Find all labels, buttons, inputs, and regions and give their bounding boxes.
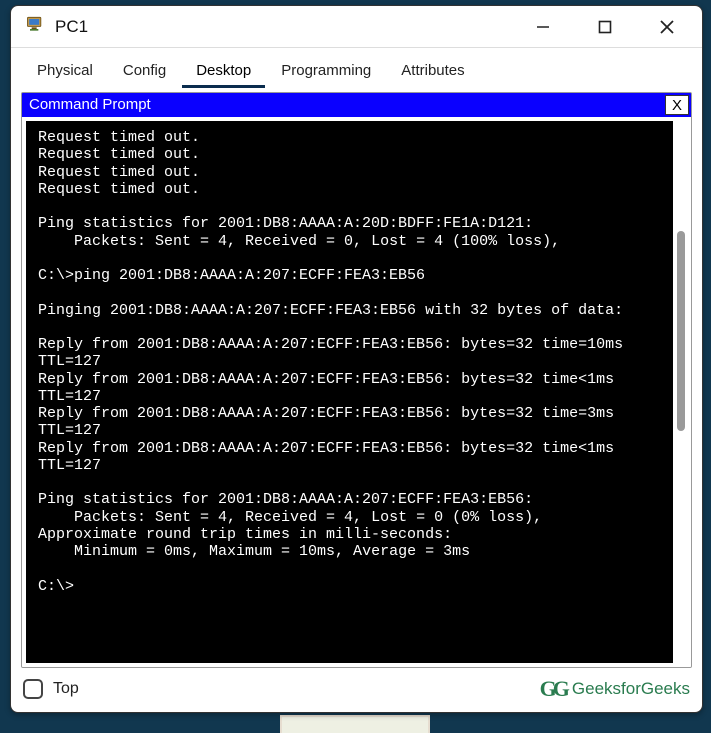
pc-icon <box>25 14 45 39</box>
desktop-panel: Command Prompt X Request timed out. Requ… <box>21 92 692 668</box>
terminal-output[interactable]: Request timed out. Request timed out. Re… <box>26 121 673 663</box>
close-button[interactable] <box>648 11 686 43</box>
watermark: GG GeeksforGeeks <box>540 676 690 702</box>
maximize-button[interactable] <box>586 11 624 43</box>
footer-bar: Top GG GeeksforGeeks <box>11 668 702 712</box>
tab-programming[interactable]: Programming <box>267 58 385 88</box>
command-prompt-title: Command Prompt <box>23 94 664 116</box>
top-checkbox[interactable] <box>23 679 43 699</box>
background-panel-edge <box>280 715 430 733</box>
scrollbar-thumb[interactable] <box>677 231 685 431</box>
tab-desktop[interactable]: Desktop <box>182 58 265 88</box>
tab-config[interactable]: Config <box>109 58 180 88</box>
top-checkbox-group[interactable]: Top <box>23 679 79 699</box>
app-window: PC1 Physical Config Desktop Programming … <box>10 5 703 713</box>
command-prompt-titlebar[interactable]: Command Prompt X <box>22 93 691 117</box>
geeksforgeeks-icon: GG <box>540 676 566 702</box>
titlebar[interactable]: PC1 <box>11 6 702 48</box>
terminal-container: Request timed out. Request timed out. Re… <box>22 117 691 667</box>
window-title: PC1 <box>55 17 524 37</box>
scrollbar-track[interactable] <box>673 121 687 663</box>
top-checkbox-label: Top <box>53 680 79 698</box>
tab-attributes[interactable]: Attributes <box>387 58 478 88</box>
tabstrip: Physical Config Desktop Programming Attr… <box>11 48 702 88</box>
watermark-text: GeeksforGeeks <box>572 679 690 699</box>
minimize-button[interactable] <box>524 11 562 43</box>
tab-physical[interactable]: Physical <box>23 58 107 88</box>
window-controls <box>524 11 686 43</box>
command-prompt-close-button[interactable]: X <box>665 95 689 115</box>
